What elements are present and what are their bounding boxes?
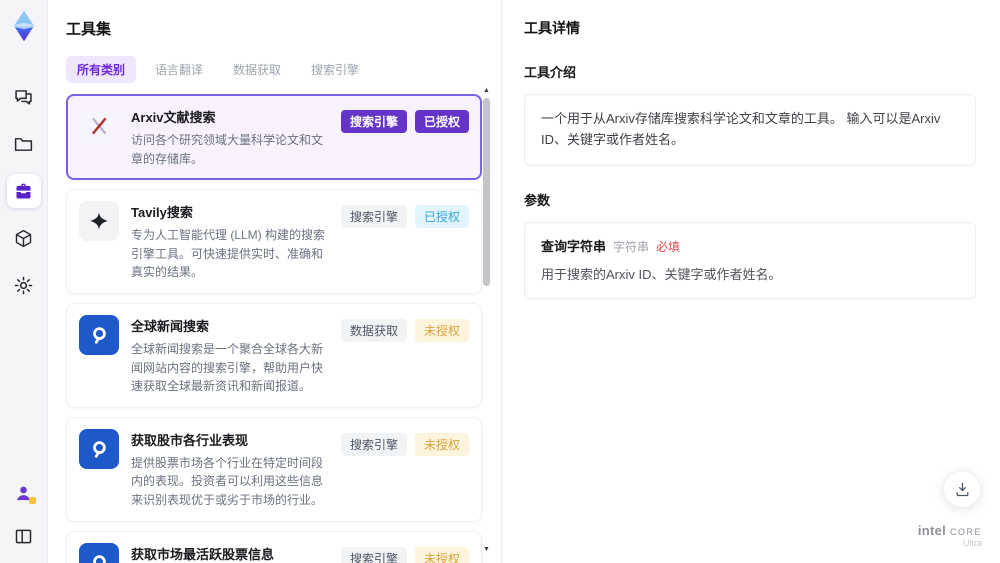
page-title: 工具集 [66, 21, 112, 38]
app-logo [6, 8, 42, 44]
brand-intel: intel [917, 522, 947, 538]
tool-name: Tavily搜索 [131, 205, 193, 221]
left-rail [0, 0, 48, 563]
chat-icon[interactable] [7, 80, 41, 114]
search-q-icon [79, 428, 119, 469]
tool-name: 获取股市各行业表现 [131, 432, 249, 448]
param-description: 用于搜索的Arxiv ID、关键字或作者姓名。 [541, 266, 782, 282]
user-icon[interactable] [7, 476, 41, 510]
folder-icon[interactable] [7, 127, 41, 161]
intro-heading: 工具介绍 [524, 65, 577, 80]
auth-badge: 已授权 [414, 205, 469, 229]
tool-card[interactable]: 获取股市各行业表现 提供股票市场各个行业在特定时间段内的表现。投资者可以利用这些… [66, 416, 482, 522]
detail-title: 工具详情 [524, 20, 580, 36]
scroll-down-arrow[interactable]: ▼ [481, 545, 492, 555]
rail-nav [6, 80, 41, 302]
scrollbar[interactable]: ▲ ▼ [481, 86, 492, 555]
param-type: 字符串 [613, 239, 650, 254]
category-badge: 搜索引擎 [340, 546, 407, 563]
app-window: 工具集 所有类别 语言翻译 数据获取 搜索引擎 Arxiv文献搜索 访问各个研究领域大… [0, 0, 1000, 563]
tool-description: 专为人工智能代理 (LLM) 构建的搜索引擎工具。可快速提供实时、准确和真实的结… [131, 228, 326, 280]
tool-description: 访问各个研究领域大量科学论文和文章的存储库。 [131, 133, 324, 166]
tool-card[interactable]: Tavily搜索 专为人工智能代理 (LLM) 构建的搜索引擎工具。可快速提供实… [66, 189, 482, 294]
auth-badge: 未授权 [414, 546, 469, 563]
category-tabs: 所有类别 语言翻译 数据获取 搜索引擎 [66, 56, 501, 83]
tool-intro-text: 一个用于从Arxiv存储库搜索科学论文和文章的工具。 输入可以是Arxiv ID… [524, 94, 976, 166]
tool-card[interactable]: 获取市场最活跃股票信息 提供当天交易量最高的股票列表，投资者可以利用这些信息来识… [66, 530, 482, 563]
tool-list-panel: 工具集 所有类别 语言翻译 数据获取 搜索引擎 Arxiv文献搜索 访问各个研究领域大… [48, 0, 502, 563]
category-tab[interactable]: 语言翻译 [144, 56, 214, 83]
sparkle-icon [79, 201, 119, 242]
category-tab[interactable]: 搜索引擎 [300, 56, 370, 83]
avatar-status-dot [28, 497, 36, 504]
arxiv-logo-icon [79, 106, 119, 146]
param-name: 查询字符串 [541, 238, 607, 254]
category-tab[interactable]: 数据获取 [222, 56, 292, 83]
tool-card[interactable]: 全球新闻搜索 全球新闻搜索是一个聚合全球各大新闻网站内容的搜索引擎，帮助用户快速… [66, 302, 482, 408]
category-tab[interactable]: 所有类别 [66, 56, 137, 83]
rail-bottom [7, 476, 41, 553]
category-badge: 搜索引擎 [340, 205, 407, 229]
panel-toggle-icon[interactable] [7, 519, 41, 553]
auth-badge: 未授权 [414, 432, 469, 456]
tool-name: 获取市场最活跃股票信息 [131, 546, 275, 562]
tool-detail-panel: 工具详情 工具介绍 一个用于从Arxiv存储库搜索科学论文和文章的工具。 输入可… [502, 0, 1000, 563]
category-badge: 搜索引擎 [340, 110, 407, 133]
auth-badge: 已授权 [414, 110, 469, 133]
download-button[interactable] [943, 470, 981, 508]
scrollbar-thumb[interactable] [483, 98, 490, 286]
search-q-icon [79, 542, 119, 563]
brand-core: core [949, 522, 982, 538]
param-required-badge: 必填 [656, 239, 681, 254]
cube-icon[interactable] [7, 221, 41, 255]
toolbox-icon[interactable] [6, 174, 41, 208]
category-badge: 搜索引擎 [340, 432, 407, 456]
tool-name: 全球新闻搜索 [131, 318, 210, 334]
auth-badge: 未授权 [414, 318, 469, 342]
intel-core-logo: intel core Ultra [917, 522, 982, 549]
tool-name: Arxiv文献搜索 [131, 110, 216, 125]
parameter-card: 查询字符串 字符串 必填 用于搜索的Arxiv ID、关键字或作者姓名。 [524, 221, 976, 299]
tool-card[interactable]: Arxiv文献搜索 访问各个研究领域大量科学论文和文章的存储库。 搜索引擎 已授… [66, 94, 482, 181]
gear-icon[interactable] [7, 268, 41, 302]
scroll-up-arrow[interactable]: ▲ [481, 86, 492, 96]
params-heading: 参数 [524, 192, 551, 208]
tool-description: 提供股票市场各个行业在特定时间段内的表现。投资者可以利用这些信息来识别表现优于或… [131, 455, 324, 507]
brand-sub: Ultra [962, 538, 982, 549]
tool-list: Arxiv文献搜索 访问各个研究领域大量科学论文和文章的存储库。 搜索引擎 已授… [66, 94, 482, 563]
tool-description: 全球新闻搜索是一个聚合全球各大新闻网站内容的搜索引擎，帮助用户快速获取全球最新资… [131, 341, 324, 394]
search-q-icon [79, 314, 119, 355]
category-badge: 数据获取 [340, 318, 407, 342]
